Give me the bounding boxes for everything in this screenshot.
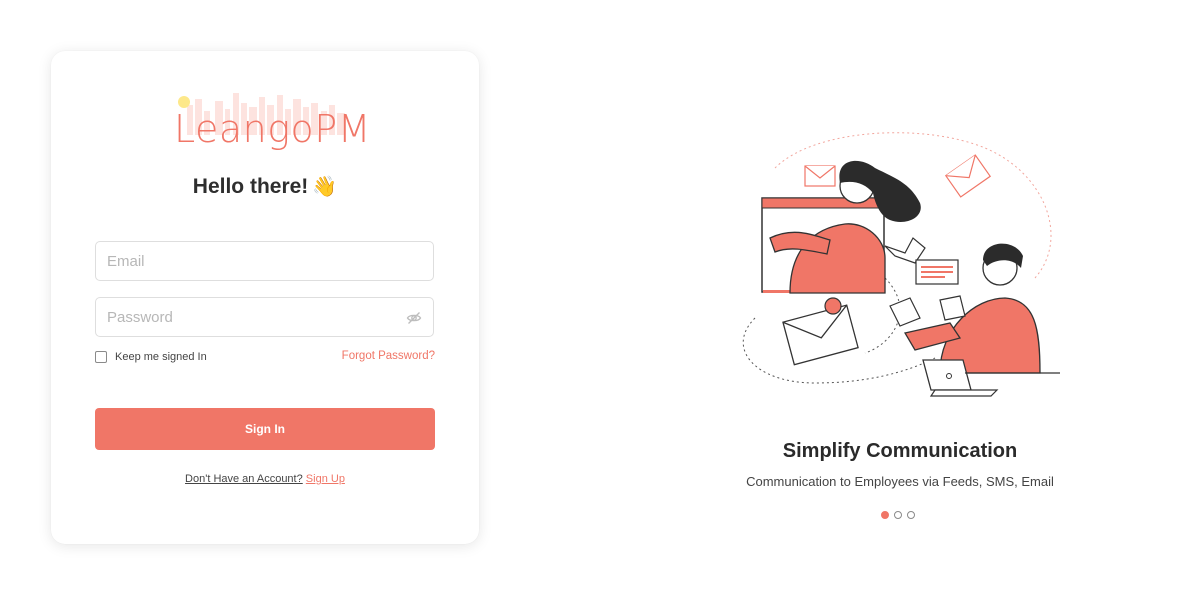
wave-emoji-icon: 👋 (312, 176, 338, 198)
password-input[interactable] (96, 298, 433, 336)
carousel-dots (881, 511, 915, 519)
carousel-dot-1[interactable] (881, 511, 889, 519)
eye-off-icon[interactable] (406, 310, 422, 326)
greeting-text: Hello there! (192, 175, 309, 198)
carousel-dot-3[interactable] (907, 511, 915, 519)
brand-logo: LeangoPM (169, 87, 372, 153)
email-field[interactable] (95, 241, 434, 281)
login-page: LeangoPM Hello there!👋 Keep me signed In… (0, 0, 1185, 597)
keep-signed-in[interactable]: Keep me signed In (95, 349, 207, 365)
sign-up-link[interactable]: Sign Up (306, 473, 345, 485)
email-input[interactable] (96, 242, 433, 280)
sign-in-button[interactable]: Sign In (95, 408, 435, 450)
signup-prompt: Don't Have an Account? Sign Up (51, 473, 479, 485)
logo-text: LeangoPM (174, 107, 372, 151)
communication-illustration (742, 132, 1060, 397)
carousel-subtitle: Communication to Employees via Feeds, SM… (746, 474, 1054, 489)
greeting-heading: Hello there! 👋 (51, 174, 479, 199)
no-account-text: Don't Have an Account? (185, 473, 303, 485)
keep-signed-in-label: Keep me signed In (115, 351, 207, 363)
carousel-title: Simplify Communication (782, 440, 1018, 462)
carousel-dot-2[interactable] (894, 511, 902, 519)
keep-signed-in-checkbox[interactable] (95, 351, 107, 363)
login-card: LeangoPM Hello there!👋 Keep me signed In… (51, 51, 479, 544)
password-field[interactable] (95, 297, 434, 337)
forgot-password-link[interactable]: Forgot Password? (342, 350, 435, 362)
